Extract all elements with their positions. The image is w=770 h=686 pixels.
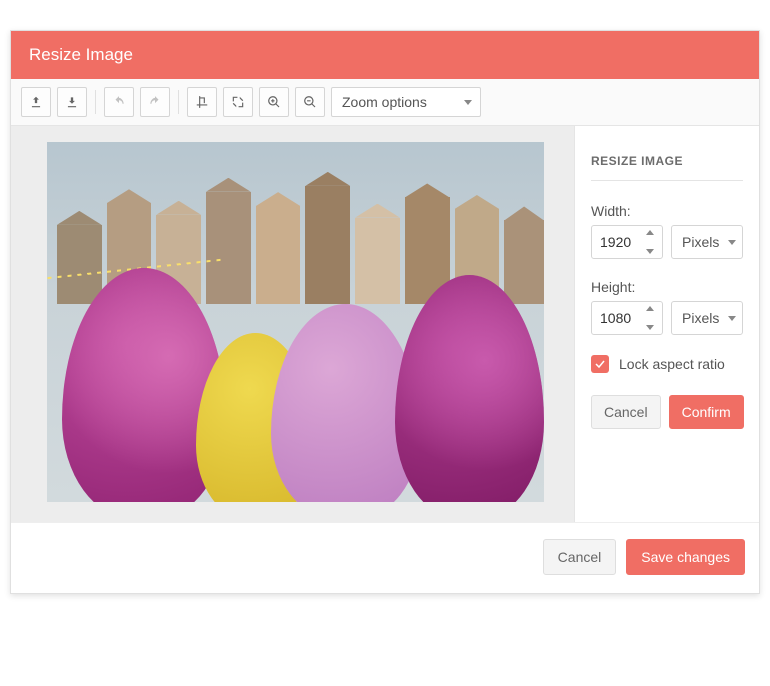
undo-button[interactable] [104,87,134,117]
width-spinner[interactable] [646,230,658,254]
zoom-in-icon [267,95,281,109]
width-input-wrapper [591,225,663,259]
image-canvas[interactable] [47,142,544,502]
zoom-out-button[interactable] [295,87,325,117]
checkmark-icon [594,358,606,370]
width-unit-label: Pixels [682,234,719,250]
spinner-up-icon[interactable] [646,230,654,235]
height-input[interactable] [600,310,644,326]
toolbar-separator [95,90,96,114]
panel-confirm-button[interactable]: Confirm [669,395,744,429]
download-button[interactable] [57,87,87,117]
dialog-header: Resize Image [11,31,759,79]
width-label: Width: [591,203,743,219]
lock-aspect-row: Lock aspect ratio [591,355,743,373]
resize-button[interactable] [223,87,253,117]
height-unit-label: Pixels [682,310,719,326]
chevron-down-icon [728,240,736,245]
width-unit-select[interactable]: Pixels [671,225,743,259]
zoom-in-button[interactable] [259,87,289,117]
undo-icon [112,95,126,109]
zoom-options-label: Zoom options [342,94,427,110]
resize-panel: RESIZE IMAGE Width: Pixels Height: [574,126,759,522]
toolbar-separator [178,90,179,114]
chevron-down-icon [464,100,472,105]
download-icon [65,95,79,109]
spinner-up-icon[interactable] [646,306,654,311]
width-input[interactable] [600,234,644,250]
redo-icon [148,95,162,109]
resize-icon [231,95,245,109]
panel-title: RESIZE IMAGE [591,154,743,181]
height-input-wrapper [591,301,663,335]
lock-aspect-label: Lock aspect ratio [619,356,725,372]
dialog-footer: Cancel Save changes [11,522,759,593]
redo-button[interactable] [140,87,170,117]
canvas-area [11,126,574,522]
zoom-options-select[interactable]: Zoom options [331,87,481,117]
height-spinner[interactable] [646,306,658,330]
height-label: Height: [591,279,743,295]
upload-icon [29,95,43,109]
dialog-body: RESIZE IMAGE Width: Pixels Height: [11,126,759,522]
spinner-down-icon[interactable] [646,325,654,330]
panel-cancel-button[interactable]: Cancel [591,395,661,429]
footer-save-button[interactable]: Save changes [626,539,745,575]
crop-button[interactable] [187,87,217,117]
toolbar: Zoom options [11,79,759,126]
lock-aspect-checkbox[interactable] [591,355,609,373]
zoom-out-icon [303,95,317,109]
crop-icon [195,95,209,109]
upload-button[interactable] [21,87,51,117]
height-unit-select[interactable]: Pixels [671,301,743,335]
footer-cancel-button[interactable]: Cancel [543,539,617,575]
resize-image-dialog: Resize Image Zoom options [10,30,760,594]
chevron-down-icon [728,316,736,321]
spinner-down-icon[interactable] [646,249,654,254]
dialog-title: Resize Image [29,45,133,64]
